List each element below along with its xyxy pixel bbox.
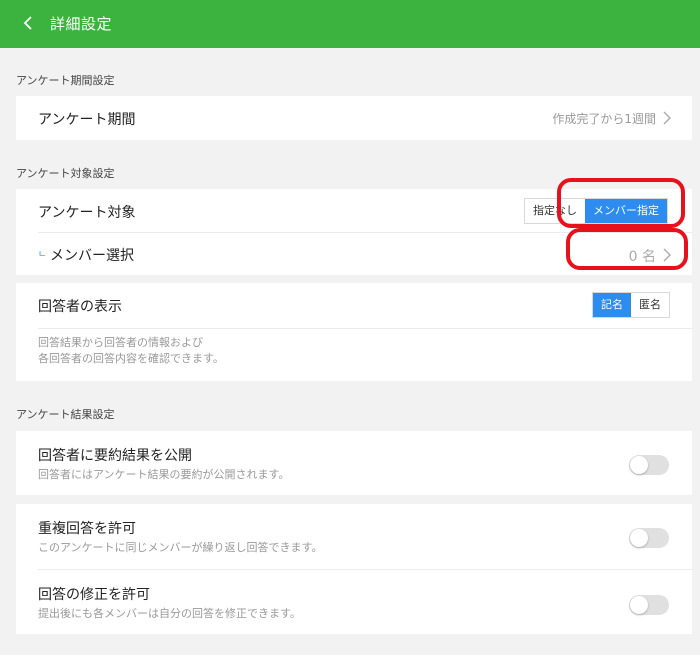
edit-row-title: 回答の修正を許可: [38, 587, 150, 603]
edit-row-desc: 提出後にも各メンバーは自分の回答を修正できます。: [38, 607, 301, 620]
answer-options-card: 重複回答を許可 このアンケートに同じメンバーが繰り返し回答できます。 回答の修正…: [16, 504, 692, 634]
duplicate-row-title: 重複回答を許可: [38, 521, 136, 537]
display-card: 回答者の表示 記名 匿名 回答結果から回答者の情報および 各回答者の回答内容を確…: [16, 283, 692, 381]
back-icon[interactable]: [22, 16, 36, 30]
chevron-right-icon: [663, 111, 671, 125]
publish-toggle[interactable]: [629, 455, 669, 475]
display-segmented-control: 記名 匿名: [592, 292, 670, 318]
toggle-knob: [630, 596, 648, 614]
publish-card: 回答者に要約結果を公開 回答者にはアンケート結果の要約が公開されます。: [16, 431, 692, 495]
publish-row-desc: 回答者にはアンケート結果の要約が公開されます。: [38, 468, 290, 481]
toggle-knob: [630, 529, 648, 547]
divider: [38, 328, 692, 329]
section-label-target: アンケート対象設定: [16, 167, 115, 180]
publish-row-title: 回答者に要約結果を公開: [38, 448, 192, 464]
display-desc-line2: 各回答者の回答内容を確認できます。: [38, 352, 224, 365]
period-card: アンケート期間 作成完了から1週間: [16, 96, 692, 140]
annotation-highlight-member: [566, 228, 688, 270]
app-header: 詳細設定: [0, 0, 700, 48]
section-label-result: アンケート結果設定: [16, 408, 115, 421]
period-row-value: 作成完了から1週間: [552, 112, 656, 126]
target-row-title: アンケート対象: [38, 205, 136, 221]
sub-item-marker: ㄴ: [38, 250, 47, 260]
duplicate-toggle[interactable]: [629, 528, 669, 548]
display-description: 回答結果から回答者の情報および 各回答者の回答内容を確認できます。: [38, 335, 224, 367]
period-row[interactable]: アンケート期間 作成完了から1週間: [16, 96, 692, 140]
annotation-highlight-target: [557, 178, 685, 228]
display-option-anonymous[interactable]: 匿名: [631, 293, 669, 317]
section-label-period: アンケート期間設定: [16, 74, 115, 87]
display-desc-line1: 回答結果から回答者の情報および: [38, 336, 203, 349]
period-row-title: アンケート期間: [38, 112, 136, 128]
display-option-named[interactable]: 記名: [593, 293, 631, 317]
divider: [38, 569, 692, 570]
page-title: 詳細設定: [50, 15, 113, 33]
toggle-knob: [630, 456, 648, 474]
duplicate-row-desc: このアンケートに同じメンバーが繰り返し回答できます。: [38, 541, 323, 554]
display-row-title: 回答者の表示: [38, 299, 122, 315]
edit-toggle[interactable]: [629, 595, 669, 615]
member-select-title: メンバー選択: [50, 248, 134, 264]
